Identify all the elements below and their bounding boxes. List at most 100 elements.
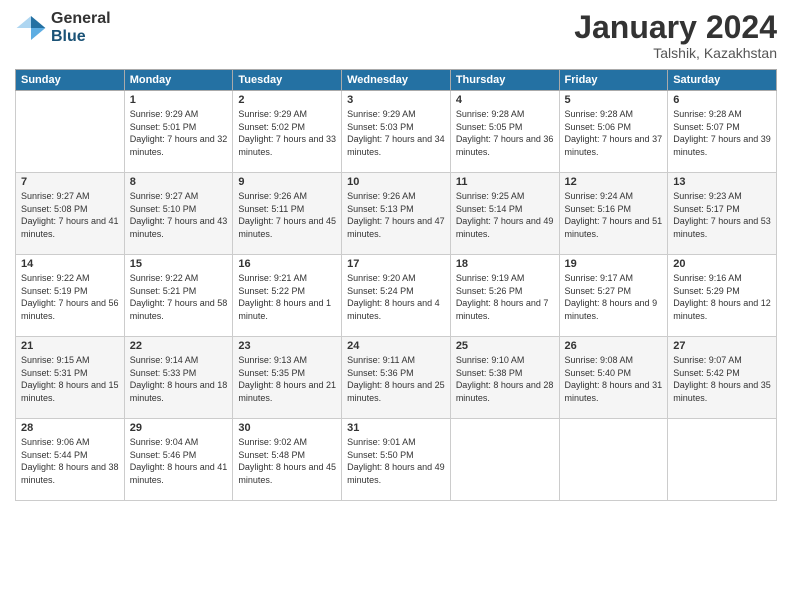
day-number: 21 xyxy=(21,340,119,352)
day-info: Sunrise: 9:11 AMSunset: 5:36 PMDaylight:… xyxy=(347,354,445,404)
day-number: 19 xyxy=(565,258,663,270)
calendar-cell: 10 Sunrise: 9:26 AMSunset: 5:13 PMDaylig… xyxy=(342,173,451,255)
day-info: Sunrise: 9:07 AMSunset: 5:42 PMDaylight:… xyxy=(673,354,771,404)
calendar-cell: 31 Sunrise: 9:01 AMSunset: 5:50 PMDaylig… xyxy=(342,419,451,501)
calendar-cell: 2 Sunrise: 9:29 AMSunset: 5:02 PMDayligh… xyxy=(233,91,342,173)
day-info: Sunrise: 9:28 AMSunset: 5:06 PMDaylight:… xyxy=(565,108,663,158)
header-monday: Monday xyxy=(124,70,233,91)
calendar-cell: 28 Sunrise: 9:06 AMSunset: 5:44 PMDaylig… xyxy=(16,419,125,501)
day-info: Sunrise: 9:28 AMSunset: 5:07 PMDaylight:… xyxy=(673,108,771,158)
calendar-cell: 3 Sunrise: 9:29 AMSunset: 5:03 PMDayligh… xyxy=(342,91,451,173)
day-number: 24 xyxy=(347,340,445,352)
day-number: 17 xyxy=(347,258,445,270)
day-info: Sunrise: 9:17 AMSunset: 5:27 PMDaylight:… xyxy=(565,272,663,322)
logo-icon xyxy=(15,12,47,44)
day-number: 2 xyxy=(238,94,336,106)
calendar-cell: 29 Sunrise: 9:04 AMSunset: 5:46 PMDaylig… xyxy=(124,419,233,501)
calendar-cell: 16 Sunrise: 9:21 AMSunset: 5:22 PMDaylig… xyxy=(233,255,342,337)
calendar-cell: 20 Sunrise: 9:16 AMSunset: 5:29 PMDaylig… xyxy=(668,255,777,337)
header-tuesday: Tuesday xyxy=(233,70,342,91)
calendar-table: Sunday Monday Tuesday Wednesday Thursday… xyxy=(15,69,777,501)
calendar-week-row: 28 Sunrise: 9:06 AMSunset: 5:44 PMDaylig… xyxy=(16,419,777,501)
calendar-cell: 4 Sunrise: 9:28 AMSunset: 5:05 PMDayligh… xyxy=(450,91,559,173)
day-number: 18 xyxy=(456,258,554,270)
weekday-header-row: Sunday Monday Tuesday Wednesday Thursday… xyxy=(16,70,777,91)
header-sunday: Sunday xyxy=(16,70,125,91)
calendar-cell xyxy=(559,419,668,501)
day-info: Sunrise: 9:06 AMSunset: 5:44 PMDaylight:… xyxy=(21,436,119,486)
day-number: 29 xyxy=(130,422,228,434)
day-number: 23 xyxy=(238,340,336,352)
day-number: 7 xyxy=(21,176,119,188)
day-info: Sunrise: 9:27 AMSunset: 5:08 PMDaylight:… xyxy=(21,190,119,240)
day-number: 13 xyxy=(673,176,771,188)
header-wednesday: Wednesday xyxy=(342,70,451,91)
day-info: Sunrise: 9:01 AMSunset: 5:50 PMDaylight:… xyxy=(347,436,445,486)
header: General Blue January 2024 Talshik, Kazak… xyxy=(15,10,777,61)
logo-general-text: General xyxy=(51,10,111,28)
day-info: Sunrise: 9:20 AMSunset: 5:24 PMDaylight:… xyxy=(347,272,445,322)
calendar-cell: 14 Sunrise: 9:22 AMSunset: 5:19 PMDaylig… xyxy=(16,255,125,337)
calendar-week-row: 14 Sunrise: 9:22 AMSunset: 5:19 PMDaylig… xyxy=(16,255,777,337)
calendar-cell: 1 Sunrise: 9:29 AMSunset: 5:01 PMDayligh… xyxy=(124,91,233,173)
day-number: 8 xyxy=(130,176,228,188)
day-info: Sunrise: 9:27 AMSunset: 5:10 PMDaylight:… xyxy=(130,190,228,240)
calendar-cell: 5 Sunrise: 9:28 AMSunset: 5:06 PMDayligh… xyxy=(559,91,668,173)
calendar-location: Talshik, Kazakhstan xyxy=(574,45,777,61)
calendar-cell: 15 Sunrise: 9:22 AMSunset: 5:21 PMDaylig… xyxy=(124,255,233,337)
calendar-cell: 18 Sunrise: 9:19 AMSunset: 5:26 PMDaylig… xyxy=(450,255,559,337)
day-number: 20 xyxy=(673,258,771,270)
day-number: 31 xyxy=(347,422,445,434)
day-number: 27 xyxy=(673,340,771,352)
title-block: January 2024 Talshik, Kazakhstan xyxy=(574,10,777,61)
day-info: Sunrise: 9:26 AMSunset: 5:13 PMDaylight:… xyxy=(347,190,445,240)
header-thursday: Thursday xyxy=(450,70,559,91)
calendar-cell: 8 Sunrise: 9:27 AMSunset: 5:10 PMDayligh… xyxy=(124,173,233,255)
day-info: Sunrise: 9:16 AMSunset: 5:29 PMDaylight:… xyxy=(673,272,771,322)
header-saturday: Saturday xyxy=(668,70,777,91)
calendar-cell: 6 Sunrise: 9:28 AMSunset: 5:07 PMDayligh… xyxy=(668,91,777,173)
day-info: Sunrise: 9:22 AMSunset: 5:19 PMDaylight:… xyxy=(21,272,119,322)
calendar-cell: 24 Sunrise: 9:11 AMSunset: 5:36 PMDaylig… xyxy=(342,337,451,419)
calendar-cell: 9 Sunrise: 9:26 AMSunset: 5:11 PMDayligh… xyxy=(233,173,342,255)
day-info: Sunrise: 9:23 AMSunset: 5:17 PMDaylight:… xyxy=(673,190,771,240)
day-number: 4 xyxy=(456,94,554,106)
day-number: 9 xyxy=(238,176,336,188)
calendar-week-row: 21 Sunrise: 9:15 AMSunset: 5:31 PMDaylig… xyxy=(16,337,777,419)
calendar-cell: 12 Sunrise: 9:24 AMSunset: 5:16 PMDaylig… xyxy=(559,173,668,255)
calendar-cell xyxy=(668,419,777,501)
day-info: Sunrise: 9:10 AMSunset: 5:38 PMDaylight:… xyxy=(456,354,554,404)
day-info: Sunrise: 9:24 AMSunset: 5:16 PMDaylight:… xyxy=(565,190,663,240)
day-number: 16 xyxy=(238,258,336,270)
calendar-cell: 19 Sunrise: 9:17 AMSunset: 5:27 PMDaylig… xyxy=(559,255,668,337)
calendar-cell: 26 Sunrise: 9:08 AMSunset: 5:40 PMDaylig… xyxy=(559,337,668,419)
day-number: 12 xyxy=(565,176,663,188)
day-info: Sunrise: 9:29 AMSunset: 5:02 PMDaylight:… xyxy=(238,108,336,158)
day-number: 22 xyxy=(130,340,228,352)
day-info: Sunrise: 9:28 AMSunset: 5:05 PMDaylight:… xyxy=(456,108,554,158)
day-number: 14 xyxy=(21,258,119,270)
day-number: 11 xyxy=(456,176,554,188)
calendar-week-row: 7 Sunrise: 9:27 AMSunset: 5:08 PMDayligh… xyxy=(16,173,777,255)
day-info: Sunrise: 9:22 AMSunset: 5:21 PMDaylight:… xyxy=(130,272,228,322)
day-number: 5 xyxy=(565,94,663,106)
day-info: Sunrise: 9:02 AMSunset: 5:48 PMDaylight:… xyxy=(238,436,336,486)
calendar-cell: 22 Sunrise: 9:14 AMSunset: 5:33 PMDaylig… xyxy=(124,337,233,419)
day-info: Sunrise: 9:29 AMSunset: 5:01 PMDaylight:… xyxy=(130,108,228,158)
day-number: 25 xyxy=(456,340,554,352)
calendar-cell: 25 Sunrise: 9:10 AMSunset: 5:38 PMDaylig… xyxy=(450,337,559,419)
day-info: Sunrise: 9:26 AMSunset: 5:11 PMDaylight:… xyxy=(238,190,336,240)
day-info: Sunrise: 9:13 AMSunset: 5:35 PMDaylight:… xyxy=(238,354,336,404)
day-info: Sunrise: 9:25 AMSunset: 5:14 PMDaylight:… xyxy=(456,190,554,240)
calendar-cell: 7 Sunrise: 9:27 AMSunset: 5:08 PMDayligh… xyxy=(16,173,125,255)
calendar-cell: 13 Sunrise: 9:23 AMSunset: 5:17 PMDaylig… xyxy=(668,173,777,255)
calendar-cell xyxy=(450,419,559,501)
day-number: 30 xyxy=(238,422,336,434)
logo-blue-text: Blue xyxy=(51,28,111,46)
day-number: 6 xyxy=(673,94,771,106)
calendar-cell: 21 Sunrise: 9:15 AMSunset: 5:31 PMDaylig… xyxy=(16,337,125,419)
page: General Blue January 2024 Talshik, Kazak… xyxy=(0,0,792,612)
day-info: Sunrise: 9:08 AMSunset: 5:40 PMDaylight:… xyxy=(565,354,663,404)
day-info: Sunrise: 9:29 AMSunset: 5:03 PMDaylight:… xyxy=(347,108,445,158)
day-info: Sunrise: 9:21 AMSunset: 5:22 PMDaylight:… xyxy=(238,272,336,322)
